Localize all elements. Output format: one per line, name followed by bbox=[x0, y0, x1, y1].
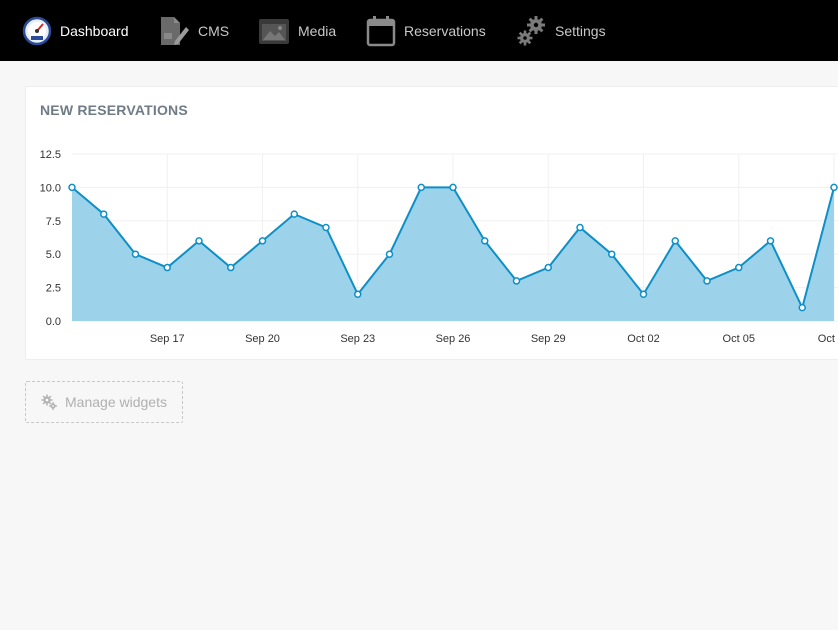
data-point bbox=[798, 303, 806, 312]
y-tick-label: 5.0 bbox=[46, 249, 61, 261]
calendar-icon bbox=[366, 15, 396, 47]
nav-item-cms[interactable]: CMS bbox=[158, 0, 229, 61]
x-tick-label: Sep 26 bbox=[436, 333, 471, 345]
nav-item-dashboard[interactable]: Dashboard bbox=[22, 0, 129, 61]
data-point bbox=[449, 183, 457, 192]
data-point bbox=[766, 237, 775, 245]
y-tick-label: 2.5 bbox=[46, 283, 61, 295]
data-point bbox=[608, 250, 616, 258]
new-reservations-widget: 0.0 2.5 5.0 7.5 10.0 12.5 Sep 17 Sep 20 Sep 23 Se… bbox=[25, 86, 838, 360]
widget-title: NEW RESERVATIONS bbox=[40, 102, 188, 118]
y-tick-label: 7.5 bbox=[46, 216, 61, 228]
data-point bbox=[163, 263, 171, 272]
data-point bbox=[258, 237, 267, 245]
data-point bbox=[290, 210, 298, 218]
nav-label-dashboard: Dashboard bbox=[60, 22, 129, 39]
gears-icon bbox=[515, 15, 547, 47]
media-image-icon bbox=[258, 16, 290, 46]
x-tick-label: Sep 20 bbox=[245, 333, 280, 345]
data-point bbox=[354, 290, 362, 299]
data-point bbox=[576, 223, 584, 232]
data-point bbox=[703, 277, 711, 285]
nav-label-reservations: Reservations bbox=[404, 22, 486, 39]
manage-widgets-label: Manage widgets bbox=[65, 394, 167, 410]
data-point bbox=[322, 223, 330, 232]
dashboard-gauge-icon bbox=[22, 16, 52, 46]
data-point bbox=[195, 237, 203, 245]
data-point bbox=[544, 263, 552, 272]
x-tick-label: Oct 08 bbox=[818, 333, 838, 345]
y-tick-label: 12.5 bbox=[40, 149, 61, 161]
x-tick-label: Oct 05 bbox=[723, 333, 755, 345]
data-point bbox=[639, 290, 648, 299]
nav-item-media[interactable]: Media bbox=[258, 0, 336, 61]
nav-label-media: Media bbox=[298, 22, 337, 39]
gears-icon bbox=[41, 394, 58, 410]
y-tick-label: 10.0 bbox=[40, 182, 61, 194]
x-tick-label: Sep 23 bbox=[340, 333, 375, 345]
nav-label-settings: Settings bbox=[555, 22, 606, 39]
cms-document-icon bbox=[158, 15, 190, 47]
data-point bbox=[671, 237, 679, 245]
data-point bbox=[131, 250, 140, 258]
data-point bbox=[100, 210, 108, 218]
data-point bbox=[830, 183, 838, 192]
data-point bbox=[417, 183, 425, 192]
top-navigation-bar: Dashboard CMS Media Reservations Setting… bbox=[0, 0, 838, 61]
x-tick-label: Sep 17 bbox=[150, 333, 185, 345]
nav-item-settings[interactable]: Settings bbox=[515, 0, 606, 61]
nav-label-cms: CMS bbox=[198, 22, 230, 39]
reservations-chart: 0.0 2.5 5.0 7.5 10.0 12.5 Sep 17 Sep 20 Sep 23 Se… bbox=[40, 149, 838, 345]
data-point bbox=[385, 250, 394, 258]
data-point bbox=[227, 263, 235, 272]
manage-widgets-button[interactable]: Manage widgets bbox=[25, 381, 183, 423]
data-point bbox=[735, 263, 743, 272]
data-point bbox=[481, 237, 489, 245]
nav-item-reservations[interactable]: Reservations bbox=[366, 0, 486, 61]
x-tick-label: Sep 29 bbox=[531, 333, 566, 345]
y-tick-label: 0.0 bbox=[46, 316, 61, 328]
data-point bbox=[68, 183, 76, 192]
x-tick-label: Oct 02 bbox=[627, 333, 659, 345]
data-point bbox=[512, 277, 521, 285]
